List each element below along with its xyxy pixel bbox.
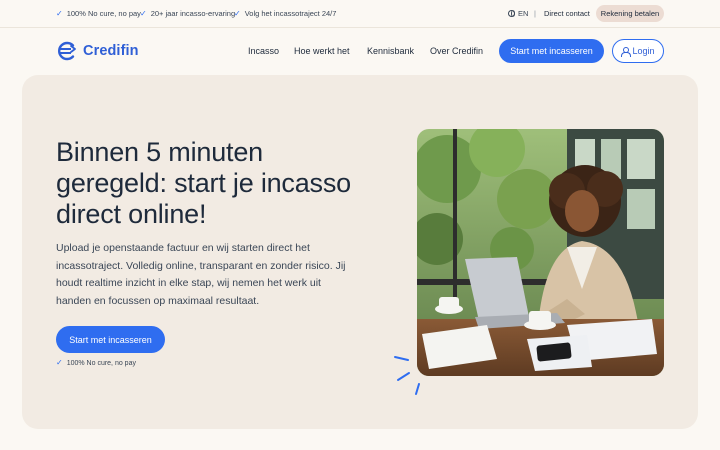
hero-guarantee: ✓ 100% No cure, no pay [56,359,136,367]
logo[interactable]: Credifin [56,41,139,61]
start-incasseren-nav-button[interactable]: Start met incasseren [499,39,604,63]
login-button[interactable]: Login [612,39,664,63]
nav-link-over-credifin[interactable]: Over Credifin [430,46,483,56]
logo-text: Credifin [83,43,139,59]
start-incasseren-hero-button[interactable]: Start met incasseren [56,326,165,353]
language-label: EN [518,9,529,18]
direct-contact-link[interactable]: Direct contact [544,9,590,18]
usp-label: 100% No cure, no pay [66,9,141,18]
check-icon: ✓ [56,358,63,367]
nav-link-incasso[interactable]: Incasso [248,46,279,56]
globe-icon [508,10,515,17]
hero-description: Upload je openstaande factuur en wij sta… [56,242,346,307]
usp-no-cure-no-pay: ✓ 100% No cure, no pay [56,9,141,18]
pay-invoice-button[interactable]: Rekening betalen [596,5,664,22]
divider: | [534,9,536,18]
euro-logo-icon [58,41,76,61]
top-utility-bar: ✓ 100% No cure, no pay ✓ 20+ jaar incass… [0,0,720,28]
language-switch[interactable]: EN [508,9,528,18]
check-icon: ✓ [140,8,147,18]
nav-link-hoe-werkt-het[interactable]: Hoe werkt het [294,46,350,56]
check-icon: ✓ [234,8,241,18]
hero-title: Binnen 5 minuten geregeld: start je inca… [56,137,351,229]
guarantee-label: 100% No cure, no pay [66,359,136,367]
usp-experience: ✓ 20+ jaar incasso-ervaring [140,9,235,18]
nav-link-kennisbank[interactable]: Kennisbank [367,46,414,56]
check-icon: ✓ [56,8,63,18]
spark-lines-decoration [394,356,420,395]
login-label: Login [632,46,655,56]
user-icon [621,46,632,57]
hero-photo [417,129,664,376]
usp-track-24-7: ✓ Volg het incassotraject 24/7 [234,9,336,18]
usp-label: Volg het incassotraject 24/7 [244,9,337,18]
usp-label: 20+ jaar incasso-ervaring [150,9,236,18]
